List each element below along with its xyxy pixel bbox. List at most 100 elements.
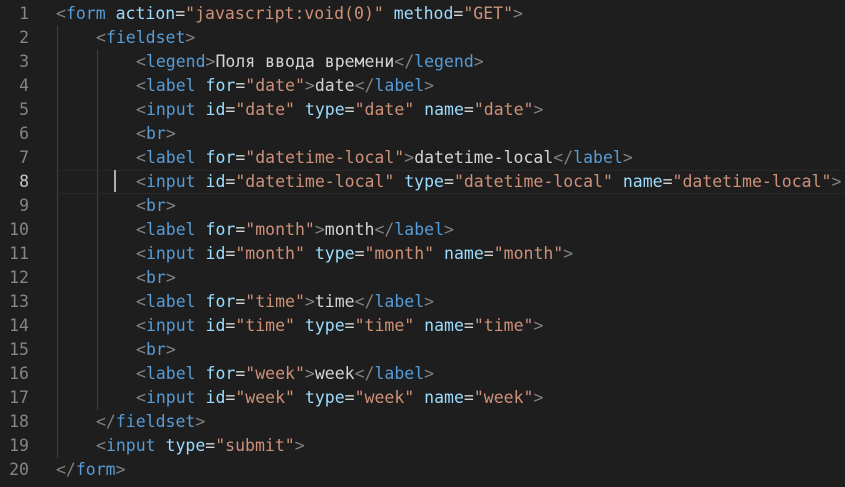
code-line[interactable]: 20 </form> [0, 458, 845, 482]
code-line[interactable]: 15 <br> [0, 338, 845, 362]
code-line[interactable]: 14 <input id="time" type="time" name="tim… [0, 314, 845, 338]
code-token: fieldset [115, 412, 196, 431]
code-text: <form action="javascript:void(0)" method… [56, 2, 523, 26]
code-token: label [374, 76, 425, 95]
code-token: legend [145, 52, 206, 71]
code-token: type [165, 436, 206, 455]
code-token: method [393, 4, 454, 23]
code-token: > [304, 292, 315, 311]
code-line[interactable]: 19 <input type="submit"> [0, 434, 845, 458]
line-number: 10 [9, 220, 29, 239]
code-line[interactable]: 13 <label for="time">time</label> [0, 290, 845, 314]
code-line[interactable]: 5 <input id="date" type="date" name="date… [0, 98, 845, 122]
code-token: = [444, 172, 454, 191]
code-token: label [374, 292, 425, 311]
code-text: <label for="week">week</label> [136, 362, 434, 386]
code-line[interactable]: 11 <input id="month" type="month" name="m… [0, 242, 845, 266]
code-token: > [115, 460, 126, 479]
code-token: label [145, 364, 196, 383]
code-token: label [145, 292, 196, 311]
code-token: > [304, 76, 315, 95]
code-token: input [145, 244, 196, 263]
code-token: > [294, 436, 305, 455]
code-token: < [136, 292, 146, 311]
code-token: label [145, 220, 196, 239]
code-line[interactable]: 17 <input id="week" type="week" name="wee… [0, 386, 845, 410]
code-token: < [136, 340, 146, 359]
code-token: = [344, 388, 355, 407]
code-token: > [424, 76, 435, 95]
code-token: < [136, 100, 146, 119]
code-text: <br> [136, 194, 176, 218]
code-line[interactable]: 2 <fieldset> [0, 26, 845, 50]
code-token: label [374, 364, 425, 383]
code-token: = [344, 100, 355, 119]
code-line[interactable]: 6 <br> [0, 122, 845, 146]
code-token: > [513, 4, 523, 23]
code-token: < [136, 268, 146, 287]
code-token: = [354, 244, 365, 263]
code-token: = [205, 436, 216, 455]
code-token: = [463, 100, 474, 119]
code-line[interactable]: 18 </fieldset> [0, 410, 845, 434]
code-editor[interactable]: 1 <form action="javascript:void(0)" metho… [0, 0, 845, 487]
code-token: label [145, 148, 196, 167]
code-token: br [145, 340, 166, 359]
code-token: < [136, 124, 146, 143]
code-token: = [225, 388, 236, 407]
code-token: = [483, 244, 494, 263]
line-number: 14 [9, 316, 29, 335]
code-token: label [573, 148, 623, 167]
code-token: month [324, 220, 375, 239]
line-number: 9 [19, 196, 29, 215]
code-token: > [831, 172, 842, 191]
code-token: datetime-local [414, 148, 554, 167]
code-token: "month" [245, 220, 315, 239]
code-token: </ [394, 52, 415, 71]
code-token: input [145, 100, 196, 119]
code-token: fieldset [105, 28, 186, 47]
code-line[interactable]: 9 <br> [0, 194, 845, 218]
code-token: < [136, 220, 146, 239]
code-token: for [205, 364, 236, 383]
code-token: > [165, 340, 176, 359]
code-token: label [394, 220, 444, 239]
text-cursor [114, 170, 116, 192]
code-line[interactable]: 7 <label for="datetime-local">datetime-lo… [0, 146, 845, 170]
code-line[interactable]: 10 <label for="month">month</label> [0, 218, 845, 242]
code-text: </form> [56, 458, 126, 482]
code-line[interactable]: 1 <form action="javascript:void(0)" metho… [0, 2, 845, 26]
code-text: <label for="datetime-local">datetime-loc… [136, 146, 633, 170]
code-line[interactable]: 3 <legend>Поля ввода времени</legend> [0, 50, 845, 74]
code-token: "javascript:void(0)" [185, 4, 384, 23]
code-token: label [145, 76, 196, 95]
code-token: > [165, 268, 176, 287]
code-token: br [145, 196, 166, 215]
code-token: </ [96, 412, 116, 431]
code-token: </ [374, 220, 395, 239]
code-token: time [314, 292, 355, 311]
code-line[interactable]: 12 <br> [0, 266, 845, 290]
code-line[interactable]: 16 <label for="week">week</label> [0, 362, 845, 386]
code-line[interactable]: 4 <label for="date">date</label> [0, 74, 845, 98]
code-line[interactable]: 8 <input id="datetime-local" type="dateti… [0, 170, 845, 194]
code-token: for [205, 76, 236, 95]
line-number: 15 [9, 340, 29, 359]
code-token: > [165, 196, 176, 215]
code-token: = [235, 220, 246, 239]
code-token: > [473, 52, 484, 71]
code-token: for [205, 292, 236, 311]
code-token: > [165, 124, 176, 143]
code-token: "month" [235, 244, 305, 263]
code-token: = [225, 172, 236, 191]
code-token: < [56, 4, 66, 23]
code-text: <input id="date" type="date" name="date"… [136, 98, 543, 122]
code-token: name [424, 100, 464, 119]
code-token: > [205, 52, 216, 71]
